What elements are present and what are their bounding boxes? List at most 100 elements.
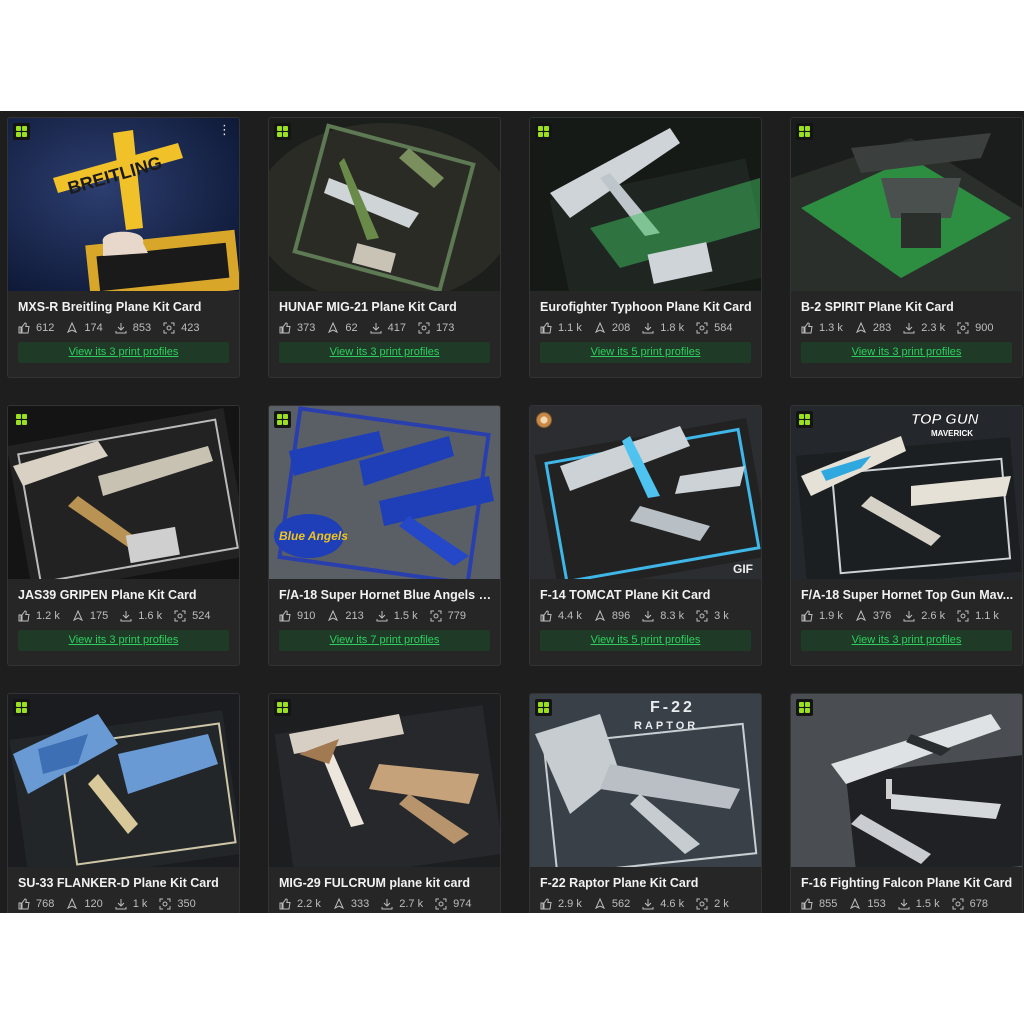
model-card[interactable]: JAS39 GRIPEN Plane Kit Card 1.2 k 175 1.…: [7, 405, 240, 666]
printables-badge-icon: [796, 699, 813, 716]
thumbnail-text: RAPTOR: [634, 720, 698, 732]
printables-badge-icon: [535, 123, 552, 140]
collects-stat: 896: [594, 610, 630, 622]
likes-stat: 1.9 k: [801, 610, 843, 622]
download-icon: [642, 899, 654, 910]
card-title[interactable]: Eurofighter Typhoon Plane Kit Card: [540, 300, 754, 315]
print-profiles-link[interactable]: View its 7 print profiles: [279, 630, 490, 651]
card-stats: 768 120 1 k 350: [18, 898, 239, 910]
model-card[interactable]: Blue Angels F/A-18 Super Hornet Blue Ang…: [268, 405, 501, 666]
printables-badge-icon: [274, 123, 291, 140]
card-title[interactable]: F/A-18 Super Hornet Blue Angels P...: [279, 588, 493, 603]
bookmark-icon: [594, 898, 605, 910]
prints-stat: 584: [696, 322, 732, 334]
model-thumbnail[interactable]: [269, 694, 500, 867]
card-title[interactable]: HUNAF MIG-21 Plane Kit Card: [279, 300, 493, 315]
model-thumbnail[interactable]: [8, 694, 239, 867]
card-title[interactable]: F-16 Fighting Falcon Plane Kit Card: [801, 876, 1015, 891]
collects-stat: 153: [849, 898, 886, 910]
print-icon: [957, 322, 969, 334]
print-profiles-link[interactable]: View its 3 print profiles: [801, 342, 1012, 363]
model-card[interactable]: MIG-29 FULCRUM plane kit card 2.2 k 333 …: [268, 693, 501, 913]
model-thumbnail[interactable]: Blue Angels: [269, 406, 500, 579]
model-thumbnail[interactable]: [791, 694, 1022, 867]
model-card[interactable]: GIF F-14 TOMCAT Plane Kit Card 4.4 k 896…: [529, 405, 762, 666]
card-title[interactable]: F/A-18 Super Hornet Top Gun Mav...: [801, 588, 1015, 603]
collects-stat: 120: [66, 898, 103, 910]
card-stats: 1.9 k 376 2.6 k 1.1 k: [801, 610, 1022, 622]
thumbnail-image: [791, 694, 1022, 867]
model-thumbnail[interactable]: [8, 406, 239, 579]
model-thumbnail[interactable]: BREITLING ⋮: [8, 118, 239, 291]
print-icon: [952, 898, 964, 910]
prints-stat: 1.1 k: [957, 610, 999, 622]
thumbnail-text: TOP GUN: [911, 411, 980, 428]
card-stats: 910 213 1.5 k 779: [279, 610, 500, 622]
collects-stat: 333: [333, 898, 369, 910]
thumbs-up-icon: [18, 322, 30, 334]
card-title[interactable]: MIG-29 FULCRUM plane kit card: [279, 876, 493, 891]
print-profiles-link[interactable]: View its 3 print profiles: [18, 630, 229, 651]
thumbnail-text: F-22: [650, 699, 695, 716]
model-card[interactable]: SU-33 FLANKER-D Plane Kit Card 768 120 1…: [7, 693, 240, 913]
downloads-stat: 2.3 k: [903, 322, 945, 334]
prints-stat: 173: [418, 322, 454, 334]
collects-stat: 213: [327, 610, 364, 622]
print-profiles-link[interactable]: View its 3 print profiles: [279, 342, 490, 363]
more-options-icon[interactable]: ⋮: [218, 124, 231, 137]
card-stats: 2.2 k 333 2.7 k 974: [279, 898, 500, 910]
card-stats: 4.4 k 896 8.3 k 3 k: [540, 610, 761, 622]
printables-badge-icon: [274, 699, 291, 716]
model-card[interactable]: B-2 SPIRIT Plane Kit Card 1.3 k 283 2.3 …: [790, 117, 1023, 378]
bookmark-icon: [67, 898, 78, 910]
thumbnail-image: [8, 694, 239, 867]
card-title[interactable]: B-2 SPIRIT Plane Kit Card: [801, 300, 1015, 315]
model-card[interactable]: F-16 Fighting Falcon Plane Kit Card 855 …: [790, 693, 1023, 913]
bookmark-icon: [72, 610, 83, 622]
bookmark-icon: [855, 610, 866, 622]
download-icon: [115, 899, 127, 910]
likes-stat: 855: [801, 898, 837, 910]
printables-badge-icon: [13, 699, 30, 716]
downloads-stat: 1.5 k: [898, 898, 940, 910]
card-title[interactable]: MXS-R Breitling Plane Kit Card: [18, 300, 232, 315]
model-card[interactable]: Eurofighter Typhoon Plane Kit Card 1.1 k…: [529, 117, 762, 378]
likes-stat: 2.2 k: [279, 898, 321, 910]
printables-badge-icon: [535, 699, 552, 716]
downloads-stat: 853: [115, 322, 151, 334]
model-grid-viewport: BREITLING ⋮ MXS-R Breitling Plane Kit Ca…: [0, 111, 1024, 913]
collects-stat: 62: [327, 322, 358, 334]
card-title[interactable]: SU-33 FLANKER-D Plane Kit Card: [18, 876, 232, 891]
download-icon: [642, 323, 654, 334]
downloads-stat: 1.5 k: [376, 610, 418, 622]
model-card[interactable]: BREITLING ⋮ MXS-R Breitling Plane Kit Ca…: [7, 117, 240, 378]
likes-stat: 2.9 k: [540, 898, 582, 910]
model-thumbnail[interactable]: TOP GUN MAVERICK: [791, 406, 1022, 579]
model-thumbnail[interactable]: [269, 118, 500, 291]
print-profiles-link[interactable]: View its 3 print profiles: [18, 342, 229, 363]
thumbs-up-icon: [279, 322, 291, 334]
model-thumbnail[interactable]: [791, 118, 1022, 291]
print-profiles-link[interactable]: View its 5 print profiles: [540, 342, 751, 363]
model-grid: BREITLING ⋮ MXS-R Breitling Plane Kit Ca…: [7, 117, 1023, 913]
print-profiles-link[interactable]: View its 3 print profiles: [801, 630, 1012, 651]
model-thumbnail[interactable]: F-22 RAPTOR: [530, 694, 761, 867]
print-icon: [174, 610, 186, 622]
card-title[interactable]: JAS39 GRIPEN Plane Kit Card: [18, 588, 232, 603]
model-card[interactable]: F-22 RAPTOR F-22 Raptor Plane Kit Card 2…: [529, 693, 762, 913]
model-card[interactable]: HUNAF MIG-21 Plane Kit Card 373 62 417 1…: [268, 117, 501, 378]
model-thumbnail[interactable]: [530, 118, 761, 291]
collects-stat: 562: [594, 898, 630, 910]
collects-stat: 175: [72, 610, 108, 622]
model-card[interactable]: TOP GUN MAVERICK F/A-18 Super Hornet Top…: [790, 405, 1023, 666]
thumbs-up-icon: [801, 322, 813, 334]
downloads-stat: 4.6 k: [642, 898, 684, 910]
download-icon: [381, 899, 393, 910]
model-thumbnail[interactable]: GIF: [530, 406, 761, 579]
card-title[interactable]: F-14 TOMCAT Plane Kit Card: [540, 588, 754, 603]
bookmark-icon: [850, 898, 861, 910]
card-title[interactable]: F-22 Raptor Plane Kit Card: [540, 876, 754, 891]
print-profiles-link[interactable]: View its 5 print profiles: [540, 630, 751, 651]
print-icon: [696, 898, 708, 910]
thumbnail-image: [8, 406, 239, 579]
